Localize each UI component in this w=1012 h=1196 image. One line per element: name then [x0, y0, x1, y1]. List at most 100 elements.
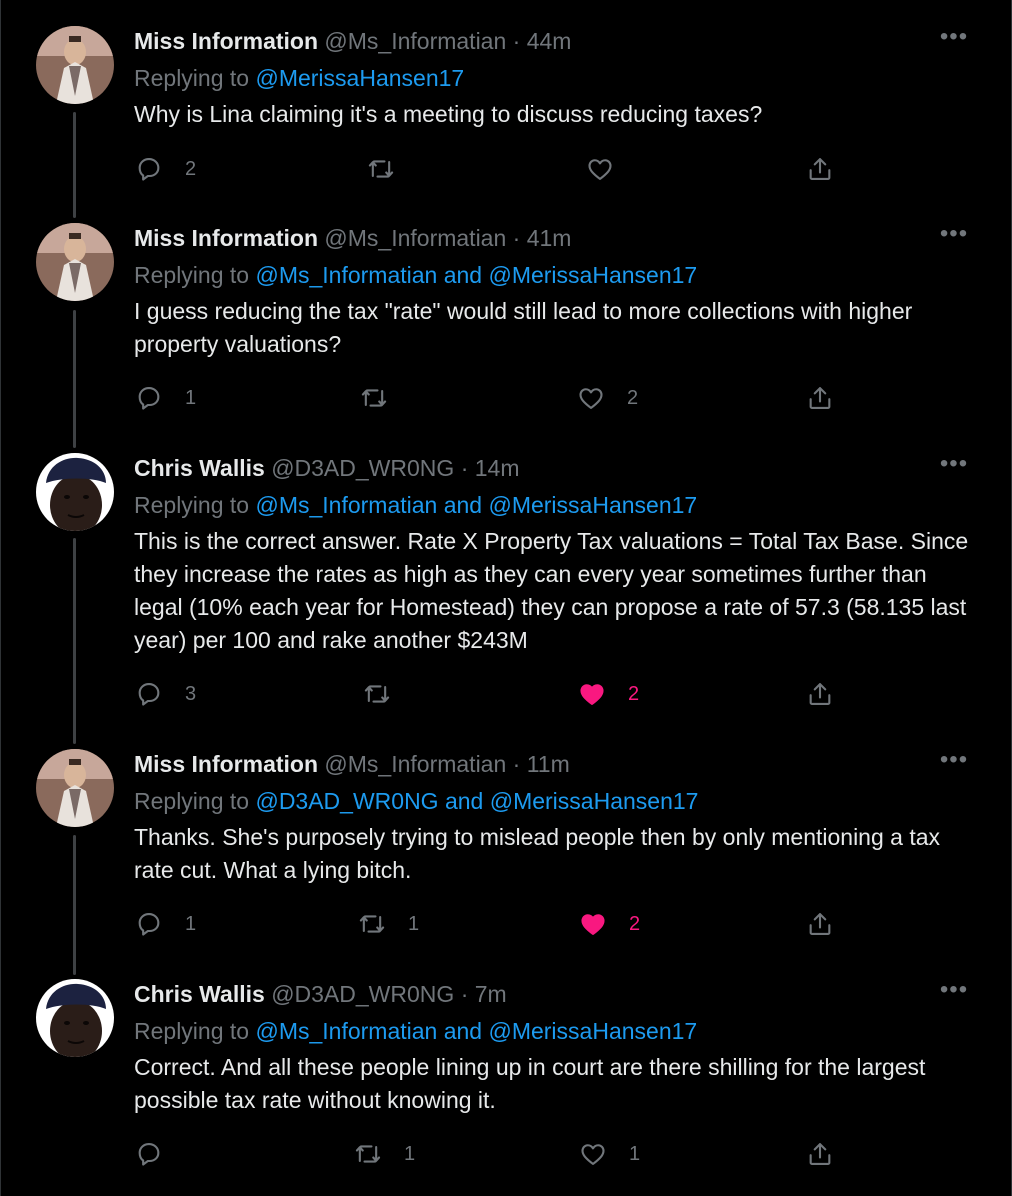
display-name[interactable]: Miss Information — [134, 751, 318, 777]
replying-to-label: Replying to — [134, 788, 256, 814]
share-button[interactable] — [806, 907, 834, 941]
tweet-actions: 1 2 — [1, 381, 1012, 415]
user-handle[interactable]: @Ms_Informatian — [324, 28, 506, 54]
heart-icon — [581, 1144, 605, 1165]
more-options-icon[interactable]: ••• — [939, 748, 969, 777]
display-name[interactable]: Miss Information — [134, 225, 318, 251]
reply-count: 3 — [185, 682, 197, 705]
tweet-actions: 1 1 — [1, 1137, 1012, 1171]
reply-button[interactable]: 1 — [135, 907, 196, 941]
separator: · — [512, 225, 521, 251]
display-name[interactable]: Chris Wallis — [134, 455, 265, 481]
display-name[interactable]: Chris Wallis — [134, 981, 265, 1007]
tweet-actions: 1 1 2 — [1, 907, 1012, 941]
user-handle[interactable]: @Ms_Informatian — [324, 751, 506, 777]
retweet-icon — [355, 1145, 381, 1163]
more-options-icon[interactable]: ••• — [939, 978, 969, 1007]
tweet-text: Why is Lina claiming it's a meeting to d… — [134, 101, 763, 127]
separator: · — [460, 455, 469, 481]
timestamp[interactable]: 44m — [527, 28, 572, 54]
replying-to-mentions[interactable]: @D3AD_WR0NG and @MerissaHansen17 — [255, 788, 698, 814]
tweet-actions: 2 — [1, 152, 1012, 186]
reply-icon — [138, 158, 160, 181]
tweet-header: Miss Information @Ms_Informatian · 44m — [134, 26, 571, 56]
retweet-button[interactable] — [367, 152, 417, 186]
reply-button[interactable]: 1 — [135, 381, 196, 415]
reply-count: 2 — [185, 157, 197, 180]
avatar-chris-wallis-image — [36, 979, 114, 1057]
separator: · — [460, 981, 469, 1007]
share-button[interactable] — [806, 677, 834, 711]
thread-connector — [73, 835, 76, 975]
share-button[interactable] — [806, 152, 834, 186]
reply-count: 1 — [185, 912, 197, 935]
thread-connector — [73, 538, 76, 744]
replying-to-mentions[interactable]: @Ms_Informatian and @MerissaHansen17 — [255, 262, 697, 288]
like-button[interactable]: 2 — [577, 381, 638, 415]
like-count: 2 — [627, 386, 639, 409]
heart-icon — [581, 914, 605, 935]
retweet-icon — [368, 160, 394, 178]
replying-to-label: Replying to — [134, 492, 256, 518]
like-button[interactable]: 2 — [579, 907, 640, 941]
replying-to-label: Replying to — [134, 262, 256, 288]
thread-connector — [73, 310, 76, 448]
tweet-header: Miss Information @Ms_Informatian · 11m — [134, 749, 570, 779]
user-handle[interactable]: @D3AD_WR0NG — [271, 455, 454, 481]
replying-to: Replying to @Ms_Informatian and @Merissa… — [134, 260, 697, 290]
retweet-button[interactable] — [360, 381, 410, 415]
replying-to-mentions[interactable]: @Ms_Informatian and @MerissaHansen17 — [255, 1018, 697, 1044]
more-options-icon[interactable]: ••• — [939, 222, 969, 251]
like-button[interactable] — [586, 152, 636, 186]
share-icon — [809, 158, 831, 180]
retweet-button[interactable] — [363, 677, 413, 711]
replying-to: Replying to @Ms_Informatian and @Merissa… — [134, 490, 697, 520]
share-icon — [809, 683, 831, 705]
replying-to-mentions[interactable]: @MerissaHansen17 — [255, 65, 464, 91]
reply-icon — [138, 1143, 160, 1166]
retweet-icon — [359, 915, 385, 933]
avatar-miss-information-image — [36, 223, 114, 301]
avatar[interactable] — [36, 26, 114, 104]
conversation-thread: Miss Information @Ms_Informatian · 44m •… — [0, 0, 1012, 1196]
more-options-icon[interactable]: ••• — [939, 452, 969, 481]
reply-count: 1 — [185, 386, 197, 409]
reply-icon — [138, 683, 160, 706]
share-icon — [809, 387, 831, 409]
replying-to-mentions[interactable]: @Ms_Informatian and @MerissaHansen17 — [255, 492, 697, 518]
retweet-button[interactable]: 1 — [354, 1137, 415, 1171]
avatar[interactable] — [36, 749, 114, 827]
timestamp[interactable]: 41m — [527, 225, 572, 251]
avatar[interactable] — [36, 223, 114, 301]
reply-button[interactable] — [135, 1137, 185, 1171]
replying-to: Replying to @MerissaHansen17 — [134, 63, 464, 93]
timestamp[interactable]: 14m — [475, 455, 520, 481]
heart-icon — [580, 684, 604, 705]
tweet-header: Chris Wallis @D3AD_WR0NG · 14m — [134, 453, 520, 483]
share-button[interactable] — [806, 381, 834, 415]
like-button[interactable]: 1 — [579, 1137, 640, 1171]
reply-button[interactable]: 3 — [135, 677, 196, 711]
more-options-icon[interactable]: ••• — [939, 25, 969, 54]
share-button[interactable] — [806, 1137, 834, 1171]
retweet-icon — [361, 389, 387, 407]
retweet-button[interactable]: 1 — [358, 907, 419, 941]
timestamp[interactable]: 11m — [527, 751, 570, 777]
heart-icon — [588, 159, 612, 180]
retweet-icon — [364, 685, 390, 703]
avatar-miss-information-image — [36, 26, 114, 104]
separator: · — [512, 751, 521, 777]
reply-button[interactable]: 2 — [135, 152, 196, 186]
display-name[interactable]: Miss Information — [134, 28, 318, 54]
avatar[interactable] — [36, 453, 114, 531]
share-icon — [809, 913, 831, 935]
replying-to: Replying to @D3AD_WR0NG and @MerissaHans… — [134, 786, 698, 816]
timestamp[interactable]: 7m — [475, 981, 507, 1007]
retweet-count: 1 — [408, 912, 420, 935]
like-count: 2 — [628, 682, 640, 705]
user-handle[interactable]: @Ms_Informatian — [324, 225, 506, 251]
avatar[interactable] — [36, 979, 114, 1057]
like-count: 1 — [629, 1142, 641, 1165]
like-button[interactable]: 2 — [578, 677, 639, 711]
user-handle[interactable]: @D3AD_WR0NG — [271, 981, 454, 1007]
